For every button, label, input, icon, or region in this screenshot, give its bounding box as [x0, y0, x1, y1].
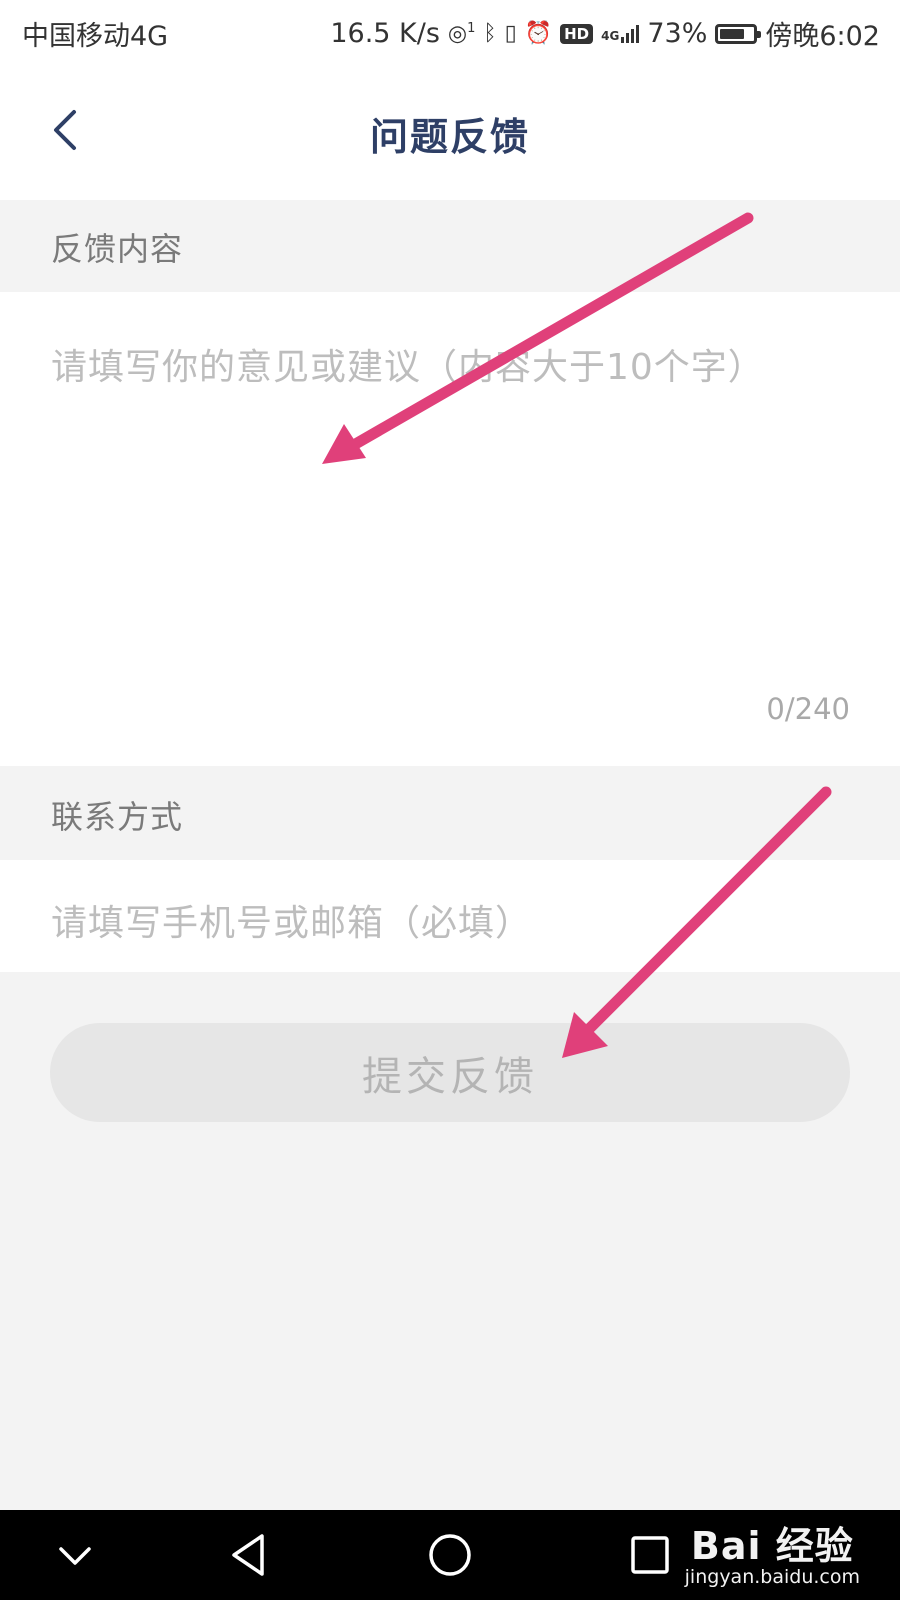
- clock: 傍晚6:02: [765, 21, 880, 52]
- baidu-watermark: Bai 经验 jingyan.baidu.com: [685, 1515, 860, 1588]
- watermark-domain: jingyan.baidu.com: [684, 1566, 860, 1588]
- header-bar: 问题反馈: [0, 62, 900, 200]
- hd-icon: HD: [560, 23, 594, 44]
- contact-section-header: 联系方式: [0, 768, 900, 860]
- watermark-brand: Bai 经验: [690, 1524, 854, 1568]
- recents-nav-button[interactable]: [622, 1527, 678, 1583]
- home-circle-icon: [429, 1534, 471, 1576]
- carrier-name: 中国移动4G: [22, 21, 169, 52]
- battery-percent: 73%: [647, 18, 708, 49]
- status-bar: 中国移动4G 16.5 K/s ◎1 ᛒ ▯ ⏰ HD 4G 73% 傍晚6:0…: [0, 0, 900, 62]
- recents-square-icon: [631, 1536, 669, 1574]
- hotspot-count: 1: [467, 20, 476, 36]
- feedback-placeholder: 请填写你的意见或建议（内容大于10个字）: [51, 347, 765, 388]
- alarm-icon: ⏰: [524, 21, 553, 46]
- battery-fill: [720, 28, 744, 39]
- feedback-section-label: 反馈内容: [51, 230, 184, 268]
- chevron-down-icon: [59, 1547, 91, 1565]
- battery-icon: [715, 23, 762, 44]
- contact-placeholder: 请填写手机号或邮箱（必填）: [51, 903, 533, 944]
- network-type: 4G: [601, 28, 620, 43]
- vibrate-icon: ▯: [504, 21, 517, 46]
- contact-section-label: 联系方式: [51, 798, 184, 836]
- feedback-section-header: 反馈内容: [0, 200, 900, 292]
- signal-icon: 4G: [601, 24, 640, 43]
- hotspot-icon: ◎1: [447, 20, 476, 47]
- hide-nav-button[interactable]: [47, 1527, 103, 1583]
- submit-feedback-button[interactable]: 提交反馈: [50, 1023, 850, 1122]
- back-triangle-icon: [232, 1534, 264, 1576]
- character-counter: 0/240: [766, 692, 850, 726]
- home-nav-button[interactable]: [422, 1527, 478, 1583]
- net-speed: 16.5 K/s: [330, 18, 440, 49]
- feedback-textarea[interactable]: 请填写你的意见或建议（内容大于10个字） 0/240: [0, 292, 900, 766]
- bluetooth-icon: ᛒ: [483, 21, 497, 46]
- status-right-group: 16.5 K/s ◎1 ᛒ ▯ ⏰ HD 4G 73% 傍晚6:02: [330, 14, 880, 53]
- page-title: 问题反馈: [369, 115, 530, 159]
- back-nav-button[interactable]: [222, 1527, 278, 1583]
- contact-input[interactable]: 请填写手机号或邮箱（必填）: [0, 860, 900, 972]
